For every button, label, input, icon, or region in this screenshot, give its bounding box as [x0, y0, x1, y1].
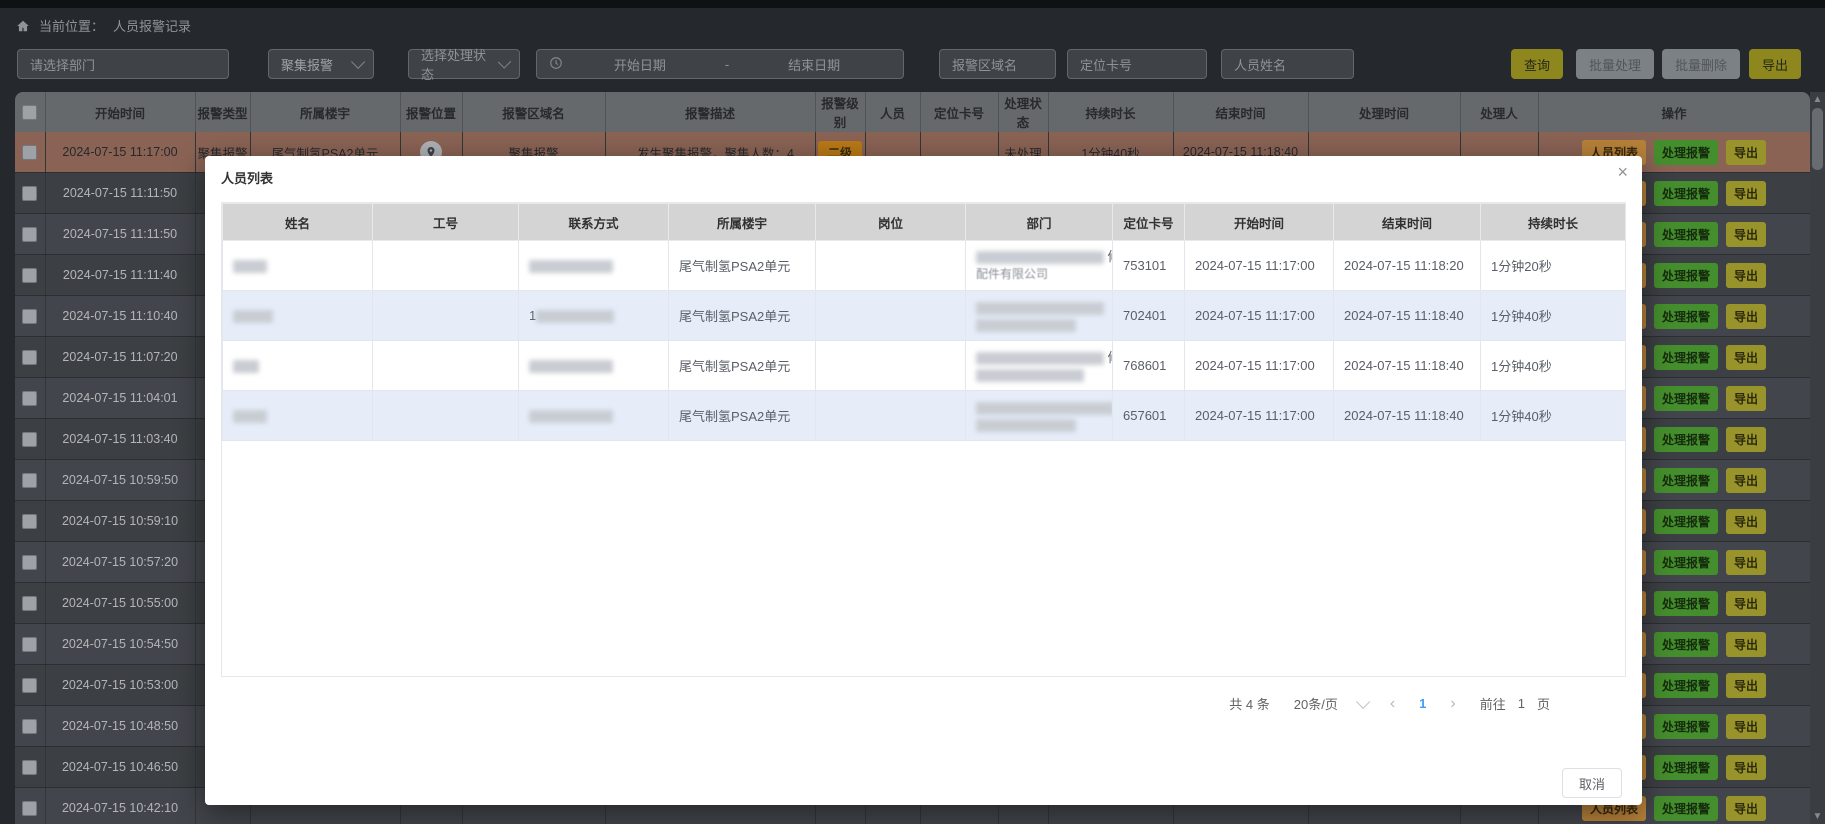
building-cell: 尾气制氢PSA2单元: [669, 291, 816, 341]
redacted-text: [233, 410, 267, 423]
end-time-cell: 2024-07-15 11:18:20: [1334, 241, 1481, 291]
prev-page-button[interactable]: ‹: [1390, 695, 1395, 713]
card-cell: 702401: [1113, 291, 1185, 341]
person-row: 1尾气制氢PSA2单元 7024012024-07-15 11:17:002024…: [223, 291, 1626, 341]
column-header: 姓名: [223, 204, 373, 241]
department-line1: 修: [976, 349, 1102, 366]
column-header: 持续时长: [1481, 204, 1626, 241]
duration-cell: 1分钟20秒: [1481, 241, 1626, 291]
redacted-text: [233, 360, 259, 373]
name-cell: [223, 291, 373, 341]
person-list-modal: 人员列表 × 姓名工号联系方式所属楼宇岗位部门定位卡号开始时间结束时间持续时长 …: [205, 156, 1642, 805]
modal-table-header: 姓名工号联系方式所属楼宇岗位部门定位卡号开始时间结束时间持续时长: [223, 204, 1626, 241]
employee-id-cell: [373, 391, 519, 441]
redacted-text: [529, 360, 613, 373]
contact-cell: [519, 391, 669, 441]
column-header: 定位卡号: [1113, 204, 1185, 241]
redacted-text: [976, 369, 1084, 382]
card-cell: 768601: [1113, 341, 1185, 391]
name-cell: [223, 391, 373, 441]
end-time-cell: 2024-07-15 11:18:40: [1334, 291, 1481, 341]
person-row: 尾气制氢PSA2单元 修配件有限公司7531012024-07-15 11:17…: [223, 241, 1626, 291]
column-header: 工号: [373, 204, 519, 241]
employee-id-cell: [373, 241, 519, 291]
department-line2: 配件有限公司: [976, 265, 1102, 283]
column-header: 所属楼宇: [669, 204, 816, 241]
redacted-text: [529, 260, 613, 273]
duration-cell: 1分钟40秒: [1481, 341, 1626, 391]
modal-title: 人员列表: [221, 168, 273, 187]
chevron-down-icon: [1356, 694, 1370, 708]
app-root: 当前位置： 人员报警记录 请选择部门 聚集报警 选择处理状态 开始日期 - 结束…: [0, 0, 1825, 824]
end-time-cell: 2024-07-15 11:18:40: [1334, 341, 1481, 391]
redacted-text: [976, 319, 1076, 332]
post-cell: [816, 391, 966, 441]
department-line2: [976, 366, 1102, 383]
redacted-text: [233, 260, 267, 273]
department-line2: [976, 316, 1102, 333]
redacted-text: [976, 302, 1104, 315]
close-icon[interactable]: ×: [1617, 162, 1628, 182]
redacted-text: [536, 310, 614, 323]
department-cell: [966, 391, 1113, 441]
current-page-button[interactable]: 1: [1419, 696, 1426, 711]
goto-page-input[interactable]: 1: [1518, 696, 1525, 711]
duration-cell: 1分钟40秒: [1481, 291, 1626, 341]
start-time-cell: 2024-07-15 11:17:00: [1185, 291, 1334, 341]
end-time-cell: 2024-07-15 11:18:40: [1334, 391, 1481, 441]
person-list-table: 姓名工号联系方式所属楼宇岗位部门定位卡号开始时间结束时间持续时长 尾气制氢PSA…: [221, 202, 1626, 677]
column-header: 联系方式: [519, 204, 669, 241]
department-line1: [976, 299, 1102, 316]
redacted-text: [529, 410, 613, 423]
department-line2: [976, 416, 1102, 433]
redacted-text: [976, 251, 1104, 264]
redacted-text: [976, 402, 1113, 415]
pagination-total: 共 4 条: [1229, 694, 1269, 713]
contact-cell: 1: [519, 291, 669, 341]
building-cell: 尾气制氢PSA2单元: [669, 341, 816, 391]
employee-id-cell: [373, 291, 519, 341]
employee-id-cell: [373, 341, 519, 391]
redacted-text: [233, 310, 273, 323]
post-cell: [816, 241, 966, 291]
building-cell: 尾气制氢PSA2单元: [669, 241, 816, 291]
duration-cell: 1分钟40秒: [1481, 391, 1626, 441]
department-fragment: 配件有限公司: [976, 267, 1048, 281]
post-cell: [816, 291, 966, 341]
next-page-button[interactable]: ›: [1450, 695, 1455, 713]
department-cell: 修配件有限公司: [966, 241, 1113, 291]
column-header: 开始时间: [1185, 204, 1334, 241]
goto-label: 前往: [1480, 694, 1506, 713]
department-line1: [976, 399, 1102, 416]
page-size-select[interactable]: 20条/页: [1294, 694, 1366, 713]
redacted-text: [976, 419, 1076, 432]
department-line1: 修: [976, 248, 1102, 265]
column-header: 部门: [966, 204, 1113, 241]
post-cell: [816, 341, 966, 391]
cancel-button[interactable]: 取消: [1562, 768, 1622, 798]
person-row: 尾气制氢PSA2单元 修 7686012024-07-15 11:17:00202…: [223, 341, 1626, 391]
start-time-cell: 2024-07-15 11:17:00: [1185, 391, 1334, 441]
contact-cell: [519, 241, 669, 291]
contact-cell: [519, 341, 669, 391]
person-row: 尾气制氢PSA2单元 6576012024-07-15 11:17:002024-…: [223, 391, 1626, 441]
start-time-cell: 2024-07-15 11:17:00: [1185, 241, 1334, 291]
name-cell: [223, 341, 373, 391]
redacted-text: [976, 352, 1104, 365]
building-cell: 尾气制氢PSA2单元: [669, 391, 816, 441]
department-cell: 修: [966, 341, 1113, 391]
column-header: 结束时间: [1334, 204, 1481, 241]
page-size-value: 20条/页: [1294, 694, 1338, 713]
goto-suffix: 页: [1537, 694, 1550, 713]
column-header: 岗位: [816, 204, 966, 241]
name-cell: [223, 241, 373, 291]
department-cell: [966, 291, 1113, 341]
card-cell: 753101: [1113, 241, 1185, 291]
pagination: 共 4 条 20条/页 ‹ 1 › 前往 1 页: [1229, 694, 1550, 713]
card-cell: 657601: [1113, 391, 1185, 441]
start-time-cell: 2024-07-15 11:17:00: [1185, 341, 1334, 391]
